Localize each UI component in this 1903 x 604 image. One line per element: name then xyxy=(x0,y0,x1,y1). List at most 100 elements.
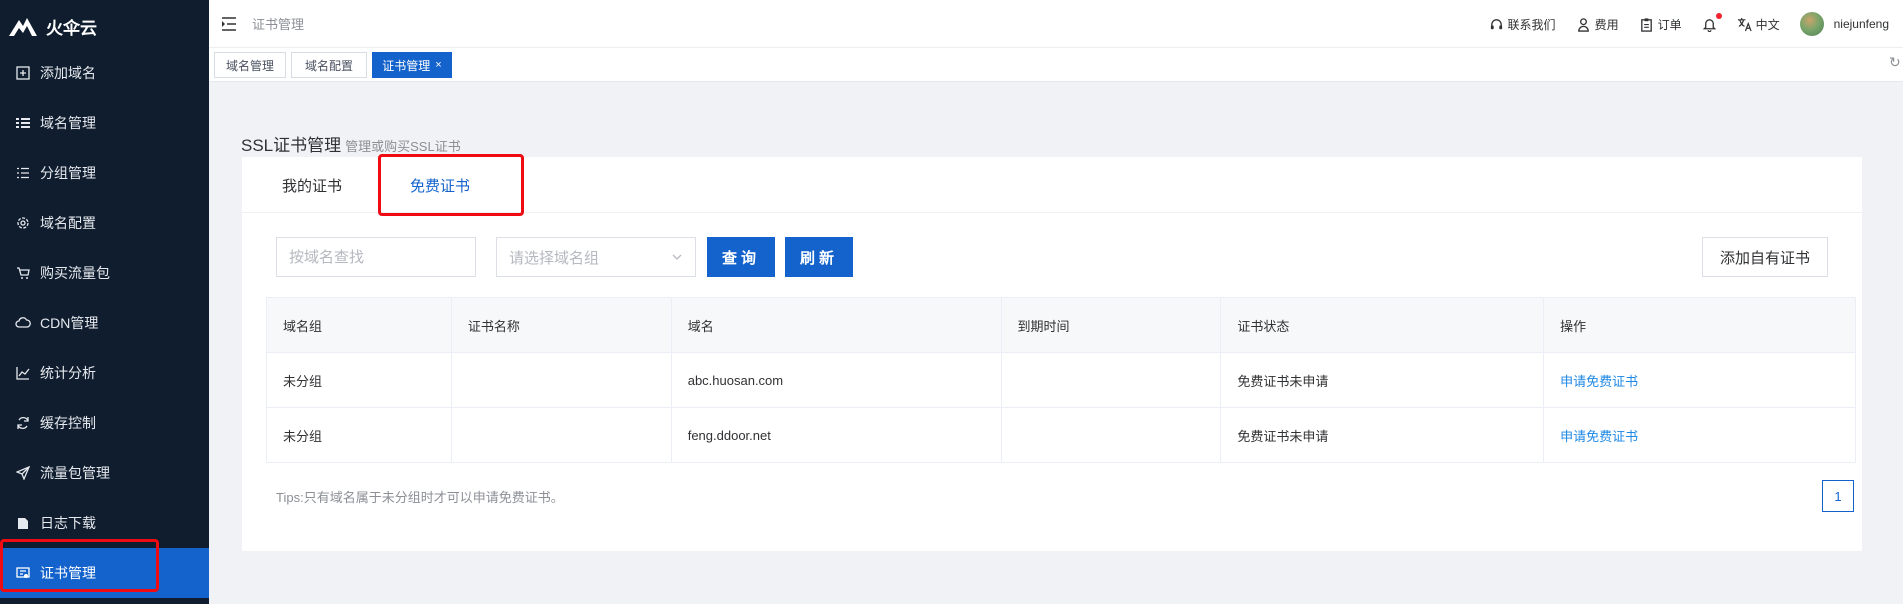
sidebar-item-label: CDN管理 xyxy=(40,315,99,331)
domain-group-select[interactable]: 请选择域名组 xyxy=(496,237,696,277)
pagination-page[interactable]: 1 xyxy=(1822,480,1854,512)
cloud-icon xyxy=(15,315,31,331)
contact-link[interactable]: 联系我们 xyxy=(1489,16,1556,33)
logo-text: 火伞云 xyxy=(46,18,97,38)
table-header-row: 域名组 证书名称 域名 到期时间 证书状态 操作 xyxy=(266,297,1856,353)
cell-cert-name xyxy=(450,407,672,463)
orders-link[interactable]: 订单 xyxy=(1639,16,1682,33)
sidebar-item-cache-control[interactable]: 缓存控制 xyxy=(0,398,209,448)
page-tab-label: 域名配置 xyxy=(304,58,353,73)
sidebar-item-traffic-manage[interactable]: 流量包管理 xyxy=(0,448,209,498)
sidebar-item-statistics[interactable]: 统计分析 xyxy=(0,348,209,398)
translate-icon xyxy=(1737,17,1752,31)
sidebar-item-domain-config[interactable]: 域名配置 xyxy=(0,198,209,248)
column-header: 域名组 xyxy=(266,297,452,353)
page-tab-label: 证书管理 xyxy=(382,58,431,73)
sidebar-item-cert-manage[interactable]: 证书管理 xyxy=(0,548,209,598)
cell-expire xyxy=(1000,407,1222,463)
sidebar-item-cdn-manage[interactable]: CDN管理 xyxy=(0,298,209,348)
avatar xyxy=(1799,12,1824,36)
sidebar-item-group-manage[interactable]: 分组管理 xyxy=(0,148,209,198)
domain-group-placeholder: 请选择域名组 xyxy=(509,249,600,267)
language-label: 中文 xyxy=(1755,17,1780,32)
group-list-icon xyxy=(15,165,31,181)
refresh-icon xyxy=(15,415,31,431)
cell-cert-name xyxy=(450,352,672,408)
filter-bar: 请选择域名组 查询 刷新 添加自有证书 xyxy=(276,237,1828,277)
page-tab-cert-manage[interactable]: 证书管理 × xyxy=(372,52,452,78)
column-header: 证书名称 xyxy=(450,297,672,353)
sidebar-item-log-download[interactable]: 日志下载 xyxy=(0,498,209,548)
clipboard-icon xyxy=(1640,17,1652,32)
bell-icon xyxy=(1702,18,1716,32)
sidebar-item-add-domain[interactable]: 添加域名 xyxy=(0,48,209,98)
cell-expire xyxy=(1000,352,1222,408)
topbar: 证书管理 联系我们 费用 订单 中文 niejunfeng xyxy=(209,0,1903,48)
cell-action: 申请免费证书 xyxy=(1543,407,1856,463)
sidebar-item-domain-manage[interactable]: 域名管理 xyxy=(0,98,209,148)
tab-my-certs[interactable]: 我的证书 xyxy=(282,175,342,196)
table-row: 未分组 abc.huosan.com 免费证书未申请 申请免费证书 xyxy=(266,352,1856,408)
cell-group: 未分组 xyxy=(266,352,452,408)
sidebar-item-label: 分组管理 xyxy=(40,165,96,181)
language-switch[interactable]: 中文 xyxy=(1737,16,1780,33)
send-icon xyxy=(15,465,31,481)
contact-label: 联系我们 xyxy=(1507,17,1556,32)
apply-free-cert-link[interactable]: 申请免费证书 xyxy=(1560,429,1638,444)
billing-link[interactable]: 费用 xyxy=(1576,16,1619,33)
refresh-button[interactable]: 刷新 xyxy=(785,237,853,277)
headset-icon xyxy=(1490,18,1502,29)
sidebar-item-buy-traffic[interactable]: 购买流量包 xyxy=(0,248,209,298)
sidebar-item-label: 证书管理 xyxy=(40,565,96,581)
plus-square-icon xyxy=(15,65,31,81)
query-button[interactable]: 查询 xyxy=(707,237,775,277)
tab-free-certs[interactable]: 免费证书 xyxy=(410,175,470,196)
logo[interactable]: 火伞云 xyxy=(0,0,209,52)
page-tab-label: 域名管理 xyxy=(225,58,274,73)
sidebar: 火伞云 添加域名 域名管理 分组管理 域名配置 购买流量包 CDN管理 统计分析… xyxy=(0,0,209,604)
cell-domain: feng.ddoor.net xyxy=(670,407,1002,463)
column-header: 到期时间 xyxy=(1000,297,1222,353)
page-tabs-bar: 域名管理 域名配置 证书管理 × ↻ xyxy=(209,48,1903,82)
sidebar-item-label: 统计分析 xyxy=(40,365,96,381)
username: niejunfeng xyxy=(1833,17,1889,31)
topbar-actions: 联系我们 费用 订单 中文 niejunfeng xyxy=(1489,0,1889,48)
chevron-down-icon xyxy=(672,254,682,260)
logo-mountain-icon xyxy=(9,18,37,36)
close-icon[interactable]: × xyxy=(435,59,441,71)
sidebar-item-label: 购买流量包 xyxy=(40,265,110,281)
tips-text: Tips:只有域名属于未分组时才可以申请免费证书。 xyxy=(276,490,564,505)
domain-search-input[interactable] xyxy=(276,237,476,277)
file-icon xyxy=(15,515,31,531)
sidebar-item-label: 域名配置 xyxy=(40,215,96,231)
page-title: SSL证书管理 管理或购买SSL证书 xyxy=(241,131,461,156)
cell-status: 免费证书未申请 xyxy=(1220,352,1545,408)
table-row: 未分组 feng.ddoor.net 免费证书未申请 申请免费证书 xyxy=(266,407,1856,463)
breadcrumb[interactable]: 证书管理 xyxy=(252,14,304,33)
page-title-text: SSL证书管理 xyxy=(241,136,342,155)
column-header: 操作 xyxy=(1543,297,1856,353)
page-tab-domain-manage[interactable]: 域名管理 xyxy=(214,52,286,78)
user-menu[interactable]: niejunfeng xyxy=(1799,12,1889,36)
cart-icon xyxy=(15,265,31,281)
sidebar-item-label: 域名管理 xyxy=(40,115,96,131)
column-header: 证书状态 xyxy=(1220,297,1545,353)
cert-table: 域名组 证书名称 域名 到期时间 证书状态 操作 未分组 abc.huosan.… xyxy=(266,297,1856,463)
cert-panel: 我的证书 免费证书 请选择域名组 查询 刷新 添加自有证书 域名组 证书名称 域… xyxy=(242,157,1862,551)
notification-button[interactable] xyxy=(1702,12,1722,32)
certificate-icon xyxy=(15,565,31,581)
page-tab-domain-config[interactable]: 域名配置 xyxy=(291,52,367,78)
apply-free-cert-link[interactable]: 申请免费证书 xyxy=(1560,374,1638,389)
cell-action: 申请免费证书 xyxy=(1543,352,1856,408)
add-own-cert-button[interactable]: 添加自有证书 xyxy=(1702,237,1828,277)
user-icon xyxy=(1577,17,1589,32)
orders-label: 订单 xyxy=(1657,17,1682,32)
sidebar-item-label: 缓存控制 xyxy=(40,415,96,431)
reload-icon[interactable]: ↻ xyxy=(1889,54,1903,76)
notification-dot xyxy=(1715,12,1722,19)
cell-group: 未分组 xyxy=(266,407,452,463)
sidebar-item-label: 日志下载 xyxy=(40,515,96,531)
menu-fold-icon[interactable] xyxy=(220,15,238,33)
cell-status: 免费证书未申请 xyxy=(1220,407,1545,463)
page-subtitle: 管理或购买SSL证书 xyxy=(345,139,461,154)
